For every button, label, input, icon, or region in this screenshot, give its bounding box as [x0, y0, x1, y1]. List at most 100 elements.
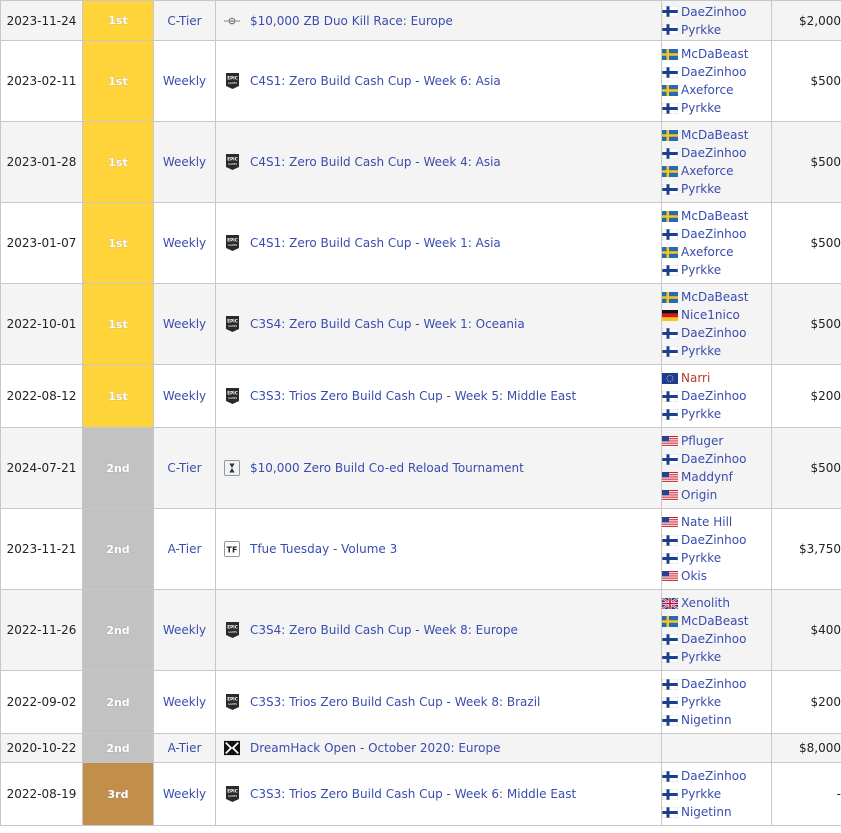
result-row: 2022-09-02 2nd Weekly EPIC GAMES C3S3: Trios … [0, 670, 841, 734]
tournament-link[interactable]: Tfue Tuesday - Volume 3 [250, 542, 397, 556]
hourglass-icon[interactable] [224, 459, 240, 477]
team-player: Maddynf [662, 468, 771, 486]
tournament-link[interactable]: C3S3: Trios Zero Build Cash Cup - Week 8… [250, 695, 540, 709]
tournament-link[interactable]: C4S1: Zero Build Cash Cup - Week 1: Asia [250, 236, 501, 250]
epic-games-icon[interactable]: EPIC GAMES [224, 387, 240, 405]
tier-cell: C-Tier [153, 427, 216, 509]
player-link[interactable]: Nice1nico [681, 306, 740, 324]
player-link[interactable]: Pfluger [681, 432, 723, 450]
player-link[interactable]: McDaBeast [681, 207, 748, 225]
tier-link[interactable]: Weekly [163, 623, 206, 637]
results-body: 2023-11-24 1st C-Tier $10,000 ZB Duo Kill R… [0, 0, 841, 826]
result-date: 2022-10-01 [0, 283, 83, 365]
flag-se-icon [662, 615, 681, 627]
team-player: Pyrkke [662, 261, 771, 279]
player-link[interactable]: McDaBeast [681, 612, 748, 630]
player-link[interactable]: DaeZinhoo [681, 324, 746, 342]
player-link[interactable]: Pyrkke [681, 342, 721, 360]
player-link[interactable]: Pyrkke [681, 261, 721, 279]
tournament-link[interactable]: C3S4: Zero Build Cash Cup - Week 1: Ocea… [250, 317, 525, 331]
player-link[interactable]: Maddynf [681, 468, 733, 486]
tier-link[interactable]: C-Tier [167, 461, 201, 475]
tournament-link[interactable]: C3S3: Trios Zero Build Cash Cup - Week 5… [250, 389, 576, 403]
tournament-link[interactable]: C4S1: Zero Build Cash Cup - Week 4: Asia [250, 155, 501, 169]
player-link[interactable]: DaeZinhoo [681, 531, 746, 549]
tier-link[interactable]: A-Tier [168, 542, 202, 556]
player-link[interactable]: Pyrkke [681, 405, 721, 423]
player-link[interactable]: Pyrkke [681, 21, 721, 39]
flag-fi-icon [662, 633, 681, 645]
player-link[interactable]: Axeforce [681, 81, 734, 99]
player-link[interactable]: DaeZinhoo [681, 630, 746, 648]
tier-link[interactable]: Weekly [163, 236, 206, 250]
tournament-link[interactable]: C4S1: Zero Build Cash Cup - Week 6: Asia [250, 74, 501, 88]
epic-games-icon[interactable]: EPIC GAMES [224, 315, 240, 333]
tournament-link[interactable]: $10,000 ZB Duo Kill Race: Europe [250, 14, 453, 28]
player-link[interactable]: Pyrkke [681, 785, 721, 803]
player-link[interactable]: Axeforce [681, 162, 734, 180]
player-link[interactable]: McDaBeast [681, 45, 748, 63]
player-link[interactable]: Pyrkke [681, 648, 721, 666]
placement-badge: 2nd [82, 508, 154, 590]
player-link[interactable]: Pyrkke [681, 549, 721, 567]
tier-link[interactable]: Weekly [163, 787, 206, 801]
tournament-link[interactable]: DreamHack Open - October 2020: Europe [250, 741, 501, 755]
tournament-link[interactable]: $10,000 Zero Build Co-ed Reload Tourname… [250, 461, 524, 475]
player-link[interactable]: DaeZinhoo [681, 3, 746, 21]
tfue-icon[interactable]: TF [224, 540, 240, 558]
epic-games-icon[interactable]: EPIC GAMES [224, 153, 240, 171]
player-link[interactable]: Nate Hill [681, 513, 732, 531]
flag-fi-icon [662, 264, 681, 276]
player-link[interactable]: Pyrkke [681, 99, 721, 117]
player-link[interactable]: DaeZinhoo [681, 225, 746, 243]
player-link[interactable]: Nigetinn [681, 803, 732, 821]
tier-link[interactable]: Weekly [163, 389, 206, 403]
tier-link[interactable]: Weekly [163, 317, 206, 331]
tier-link[interactable]: C-Tier [167, 14, 201, 28]
player-link[interactable]: Okis [681, 567, 707, 585]
player-link[interactable]: DaeZinhoo [681, 767, 746, 785]
player-link[interactable]: Pyrkke [681, 693, 721, 711]
player-link[interactable]: Xenolith [681, 594, 730, 612]
epic-games-icon[interactable]: EPIC GAMES [224, 72, 240, 90]
tournament-link[interactable]: C3S3: Trios Zero Build Cash Cup - Week 6… [250, 787, 576, 801]
tournament-link[interactable]: C3S4: Zero Build Cash Cup - Week 8: Euro… [250, 623, 518, 637]
epic-games-icon[interactable]: EPIC GAMES [224, 785, 240, 803]
flag-fi-icon [662, 102, 681, 114]
tier-cell: Weekly [153, 40, 216, 122]
tier-link[interactable]: A-Tier [168, 741, 202, 755]
player-link[interactable]: Narri [681, 369, 710, 387]
player-link[interactable]: Axeforce [681, 243, 734, 261]
player-link[interactable]: Pyrkke [681, 180, 721, 198]
epic-games-icon[interactable]: EPIC GAMES [224, 234, 240, 252]
flag-se-icon [662, 165, 681, 177]
player-link[interactable]: Nigetinn [681, 711, 732, 729]
player-link[interactable]: DaeZinhoo [681, 63, 746, 81]
crosshair-icon[interactable] [224, 12, 240, 30]
flag-fi-icon [662, 770, 681, 782]
flag-fi-icon [662, 552, 681, 564]
dreamhack-icon[interactable] [224, 739, 240, 757]
tier-link[interactable]: Weekly [163, 74, 206, 88]
team-cell [661, 733, 772, 763]
tier-link[interactable]: Weekly [163, 695, 206, 709]
flag-us-icon [662, 570, 681, 582]
placement-badge: 1st [82, 121, 154, 203]
tier-cell: C-Tier [153, 0, 216, 41]
player-link[interactable]: McDaBeast [681, 288, 748, 306]
tier-link[interactable]: Weekly [163, 155, 206, 169]
epic-games-icon[interactable]: EPIC GAMES [224, 693, 240, 711]
epic-games-icon[interactable]: EPIC GAMES [224, 621, 240, 639]
player-link[interactable]: Origin [681, 486, 717, 504]
prize-cell: - [771, 762, 841, 826]
player-link[interactable]: McDaBeast [681, 126, 748, 144]
player-link[interactable]: DaeZinhoo [681, 450, 746, 468]
result-row: 2024-07-21 2nd C-Tier $10,000 Zero Build Co… [0, 427, 841, 509]
player-link[interactable]: DaeZinhoo [681, 675, 746, 693]
flag-fi-icon [662, 183, 681, 195]
svg-text:GAMES: GAMES [227, 81, 237, 85]
team-player: DaeZinhoo [662, 767, 771, 785]
player-link[interactable]: DaeZinhoo [681, 387, 746, 405]
flag-fi-icon [662, 714, 681, 726]
player-link[interactable]: DaeZinhoo [681, 144, 746, 162]
